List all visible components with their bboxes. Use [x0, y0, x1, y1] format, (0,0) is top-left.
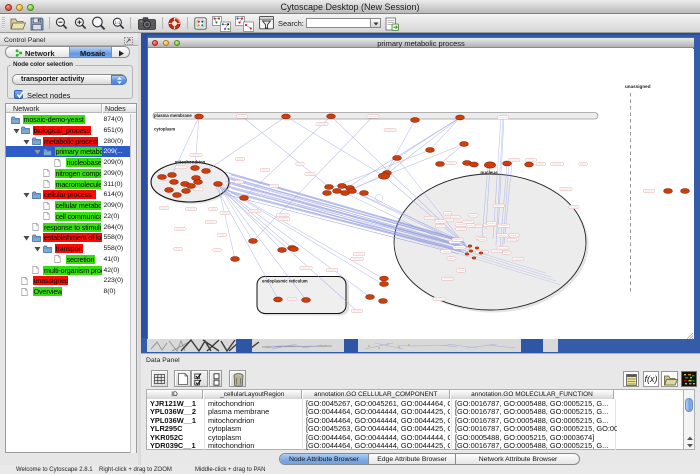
svg-text:mitochondrion: mitochondrion [175, 159, 206, 164]
svg-text:nucleus: nucleus [480, 169, 498, 174]
svg-text:1:1: 1:1 [115, 20, 121, 25]
svg-text:endoplasmic reticulum: endoplasmic reticulum [262, 278, 308, 283]
svg-text:unassigned: unassigned [625, 84, 651, 89]
svg-text:plasma membrane: plasma membrane [154, 113, 192, 118]
svg-text:cytoplasm: cytoplasm [154, 126, 175, 131]
